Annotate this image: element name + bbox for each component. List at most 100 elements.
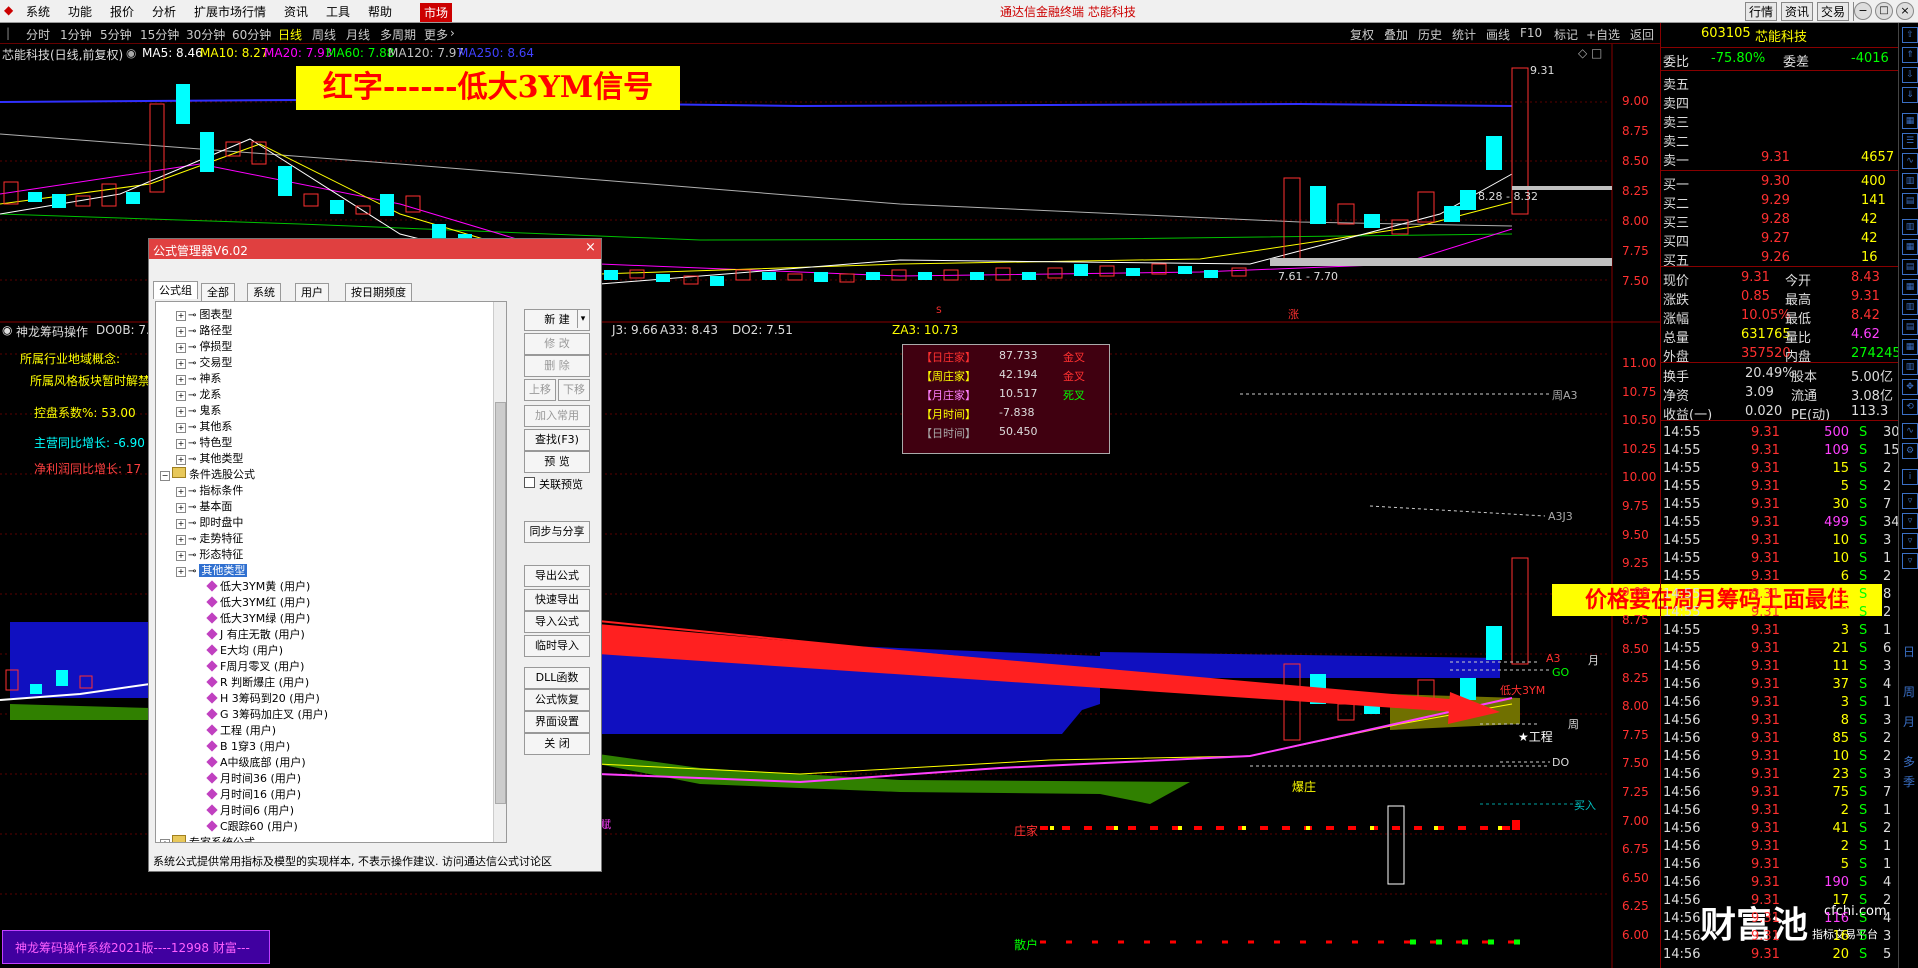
tree-group[interactable]: + ⊸ 交易型: [176, 354, 232, 369]
dialog-button-2[interactable]: 删 除: [524, 355, 590, 377]
menu-item-news[interactable]: 资讯: [284, 3, 308, 20]
ask-row[interactable]: 卖三: [1661, 111, 1899, 131]
bid-row[interactable]: 买一 9.30 400: [1661, 173, 1899, 193]
dialog-button-5[interactable]: 加入常用: [524, 405, 590, 427]
settings-strip-icon[interactable]: ⚙: [1902, 443, 1918, 459]
toolbar-add-watchlist[interactable]: +自选: [1586, 26, 1620, 43]
menu-item-quote[interactable]: 报价: [110, 3, 134, 20]
arrow-up-icon[interactable]: ⇧: [1902, 27, 1918, 43]
dialog-button-14[interactable]: DLL函数: [524, 667, 590, 689]
tab-formula-group[interactable]: 公式组: [153, 281, 198, 299]
expand-icon[interactable]: +: [176, 455, 186, 465]
strip-day[interactable]: 日: [1903, 643, 1915, 660]
tab-all[interactable]: 全部: [201, 283, 235, 302]
expand-icon[interactable]: +: [176, 359, 186, 369]
period-tab-weekly[interactable]: 周线: [312, 26, 336, 43]
menu-item-analysis[interactable]: 分析: [152, 3, 176, 20]
strip-week[interactable]: 周: [1903, 683, 1915, 700]
tree-group[interactable]: + ⊸ 停损型: [176, 338, 232, 353]
expand-icon[interactable]: +: [176, 407, 186, 417]
dialog-button-15[interactable]: 公式恢复: [524, 689, 590, 711]
tree-group[interactable]: + ⊸ 其他类型: [176, 562, 248, 577]
dialog-button-13[interactable]: 临时导入: [524, 635, 590, 657]
toolbar-restore-rights[interactable]: 复权: [1350, 26, 1374, 43]
dialog-button-12[interactable]: 导入公式: [524, 611, 590, 633]
dialog-button-8[interactable]: 关联预览: [524, 475, 588, 495]
expand-icon[interactable]: +: [176, 423, 186, 433]
filter-icon[interactable]: ▿: [1902, 493, 1918, 509]
bar-icon[interactable]: ▥: [1902, 173, 1918, 189]
tree-group[interactable]: + ⊸ 其他类型: [176, 450, 243, 465]
menu-item-market[interactable]: 市场: [420, 3, 453, 22]
table-icon-7[interactable]: ▥: [1902, 359, 1918, 375]
table-icon-6[interactable]: ▦: [1902, 339, 1918, 355]
expand-icon[interactable]: +: [176, 439, 186, 449]
indicator-icon[interactable]: ∿: [1902, 423, 1918, 439]
tree-group[interactable]: + ⊸ 神系: [176, 370, 221, 385]
strip-month[interactable]: 月: [1903, 713, 1915, 730]
formula-item[interactable]: A中级底部 (用户): [206, 754, 306, 769]
expand-icon[interactable]: +: [160, 839, 170, 842]
formula-item[interactable]: B 1穿3 (用户): [206, 738, 290, 753]
filter-icon-3[interactable]: ▿: [1902, 533, 1918, 549]
tab-user[interactable]: 用户: [295, 283, 329, 302]
dialog-button-10[interactable]: 导出公式: [524, 565, 590, 587]
top-button-news[interactable]: 资讯: [1781, 2, 1814, 21]
menu-item-system[interactable]: 系统: [26, 3, 50, 20]
tab-date-frequency[interactable]: 按日期频度: [345, 283, 412, 302]
period-tab-more[interactable]: 更多: [424, 26, 448, 43]
tree-group[interactable]: + ⊸ 图表型: [176, 306, 232, 321]
table-icon-5[interactable]: ▤: [1902, 319, 1918, 335]
formula-item[interactable]: 月时间16 (用户): [206, 786, 301, 801]
new-dropdown-icon[interactable]: ▾: [577, 310, 588, 328]
formula-item[interactable]: G 3筹码加庄叉 (用户): [206, 706, 328, 721]
chart-line-icon[interactable]: ∿: [1902, 153, 1918, 169]
dialog-titlebar[interactable]: 公式管理器V6.02 ×: [149, 239, 601, 259]
reset-icon[interactable]: ⟲: [1902, 399, 1918, 415]
tree-group[interactable]: + ⊸ 走势特征: [176, 530, 243, 545]
period-tab-multi[interactable]: 多周期: [380, 26, 416, 43]
formula-item[interactable]: H 3筹码到20 (用户): [206, 690, 320, 705]
formula-item[interactable]: 低大3YM绿 (用户): [206, 610, 310, 625]
expand-icon[interactable]: +: [176, 375, 186, 385]
period-tab-daily[interactable]: 日线: [278, 26, 302, 43]
period-tab-30min[interactable]: 30分钟: [186, 26, 225, 43]
formula-item[interactable]: 月时间36 (用户): [206, 770, 301, 785]
table-icon-2[interactable]: ▤: [1902, 259, 1918, 275]
expand-icon[interactable]: +: [176, 343, 186, 353]
info-icon[interactable]: i: [1902, 469, 1918, 485]
expand-icon[interactable]: +: [176, 503, 186, 513]
list-icon[interactable]: ☰: [1902, 133, 1918, 149]
dialog-close-icon[interactable]: ×: [585, 240, 596, 255]
top-button-trade[interactable]: 交易: [1817, 2, 1850, 21]
top-button-quote[interactable]: 行情: [1745, 2, 1778, 21]
tree-folder[interactable]: − 条件选股公式: [160, 466, 255, 481]
period-tab-15min[interactable]: 15分钟: [140, 26, 179, 43]
arrow-down-icon[interactable]: ⇩: [1902, 67, 1918, 83]
checkbox-icon[interactable]: [524, 477, 535, 488]
bid-row[interactable]: 买二 9.29 141: [1661, 192, 1899, 212]
expand-icon[interactable]: +: [176, 311, 186, 321]
formula-item[interactable]: 工程 (用户): [206, 722, 276, 737]
tree-folder[interactable]: + 专家系统公式: [160, 834, 255, 842]
strip-multi[interactable]: 多: [1903, 753, 1915, 770]
tree-group[interactable]: + ⊸ 其他系: [176, 418, 232, 433]
ask-row[interactable]: 卖四: [1661, 92, 1899, 112]
sub-settings-icon[interactable]: ◉: [2, 323, 12, 337]
formula-item[interactable]: E大均 (用户): [206, 642, 283, 657]
expand-icon[interactable]: +: [176, 391, 186, 401]
dialog-button-17[interactable]: 关 闭: [524, 733, 590, 755]
toolbar-back[interactable]: 返回: [1630, 26, 1654, 43]
strip-season[interactable]: 季: [1903, 773, 1915, 790]
bid-row[interactable]: 买三 9.28 42: [1661, 211, 1899, 231]
ask-row[interactable]: 卖一 9.31 4657: [1661, 149, 1899, 169]
expand-icon[interactable]: −: [160, 471, 170, 481]
maximize-icon[interactable]: □: [1875, 2, 1893, 20]
tab-system[interactable]: 系统: [247, 283, 281, 302]
menu-item-tools[interactable]: 工具: [326, 3, 350, 20]
formula-item[interactable]: J 有庄无散 (用户): [206, 626, 305, 641]
period-tab-60min[interactable]: 60分钟: [232, 26, 271, 43]
close-icon[interactable]: ×: [1896, 2, 1914, 20]
toolbar-overlay[interactable]: 叠加: [1384, 26, 1408, 43]
table-icon-3[interactable]: ▦: [1902, 279, 1918, 295]
